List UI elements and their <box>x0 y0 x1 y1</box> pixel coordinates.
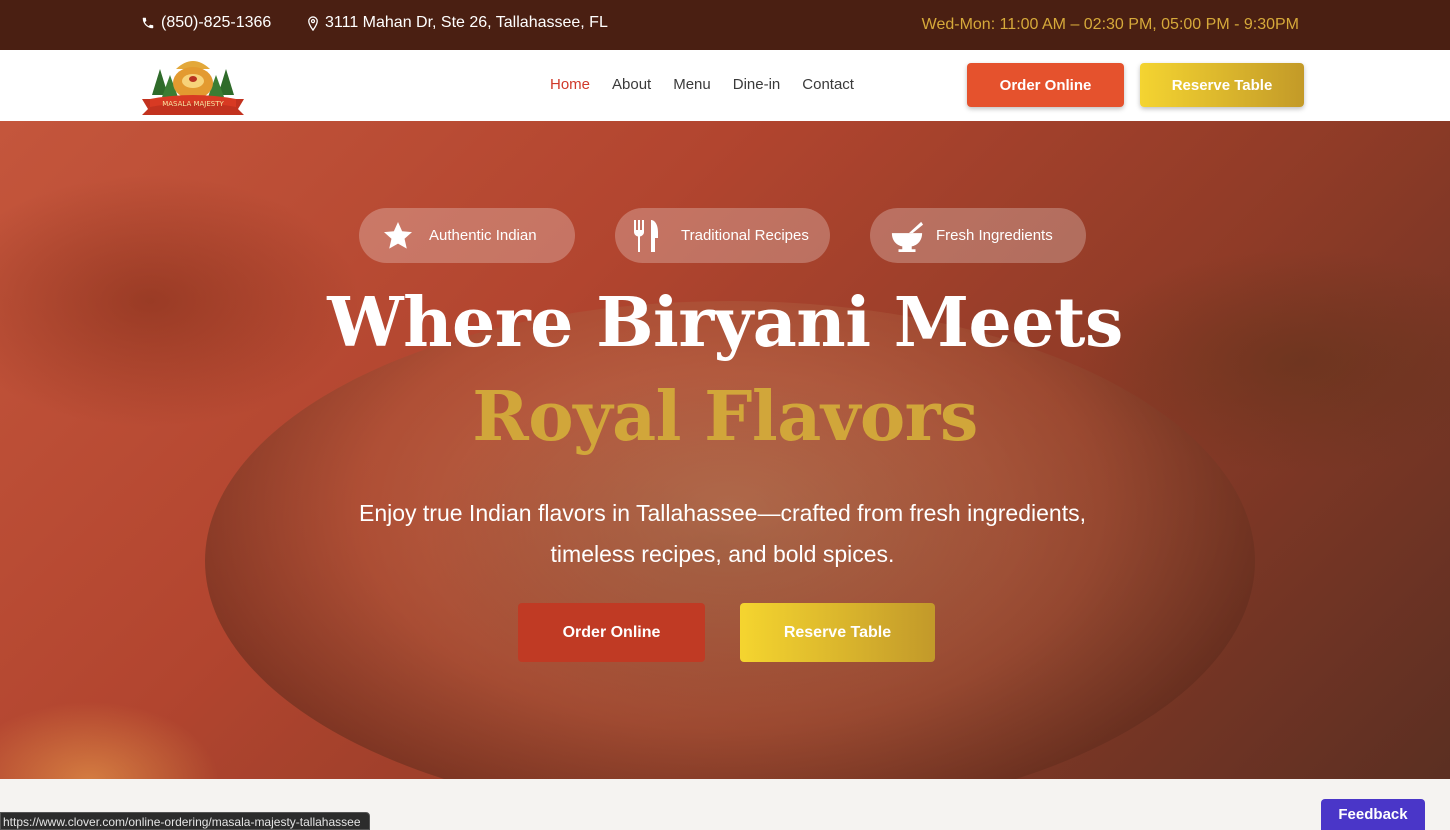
hero-subtitle: Enjoy true Indian flavors in Tallahassee… <box>358 500 1086 567</box>
feature-pill-fresh: Fresh Ingredients <box>870 208 1086 263</box>
link-status-bar: https://www.clover.com/online-ordering/m… <box>0 812 370 830</box>
logo-text: MASALA MAJESTY <box>162 100 224 108</box>
hero-title-line2: Royal Flavors <box>472 377 978 457</box>
hero-reserve-table-button[interactable]: Reserve Table <box>740 603 935 662</box>
hero-title-line1: Where Biryani Meets <box>327 283 1123 363</box>
top-info-bar: (850)-825-1366 3111 Mahan Dr, Ste 26, Ta… <box>0 0 1450 50</box>
hero-order-online-button[interactable]: Order Online <box>518 603 705 662</box>
nav-item-menu[interactable]: Menu <box>673 76 711 93</box>
hero-section: Authentic Indian Traditional Recipes Fre… <box>0 121 1450 779</box>
feature-pill-authentic: Authentic Indian <box>359 208 575 263</box>
feedback-button[interactable]: Feedback <box>1321 799 1425 830</box>
phone-number: (850)-825-1366 <box>161 14 272 31</box>
star-icon <box>381 219 415 253</box>
phone-icon <box>141 16 155 30</box>
nav-item-dine-in[interactable]: Dine-in <box>733 76 781 93</box>
opening-hours: Wed-Mon: 11:00 AM – 02:30 PM, 05:00 PM -… <box>921 16 1299 33</box>
nav-item-about[interactable]: About <box>612 76 651 93</box>
nav-item-contact[interactable]: Contact <box>802 76 854 93</box>
location-pin-icon <box>307 15 319 31</box>
fork-knife-icon <box>629 219 663 253</box>
mortar-pestle-icon <box>890 219 924 253</box>
feature-label: Traditional Recipes <box>681 227 809 244</box>
address-text: 3111 Mahan Dr, Ste 26, Tallahassee, FL <box>325 14 608 31</box>
lemon-image <box>0 701 220 779</box>
nav-item-home[interactable]: Home <box>550 76 590 93</box>
phone-contact[interactable]: (850)-825-1366 <box>141 14 271 32</box>
masala-majesty-logo[interactable]: MASALA MAJESTY <box>140 55 246 117</box>
nav-order-online-button[interactable]: Order Online <box>967 63 1124 107</box>
feature-pill-recipes: Traditional Recipes <box>615 208 830 263</box>
feature-label: Authentic Indian <box>429 227 537 244</box>
main-navigation: MASALA MAJESTY Home About Menu Dine-in C… <box>0 50 1450 121</box>
nav-menu: Home About Menu Dine-in Contact <box>550 76 854 93</box>
address-contact[interactable]: 3111 Mahan Dr, Ste 26, Tallahassee, FL <box>307 14 608 32</box>
feature-label: Fresh Ingredients <box>936 227 1053 244</box>
nav-reserve-table-button[interactable]: Reserve Table <box>1140 63 1304 107</box>
